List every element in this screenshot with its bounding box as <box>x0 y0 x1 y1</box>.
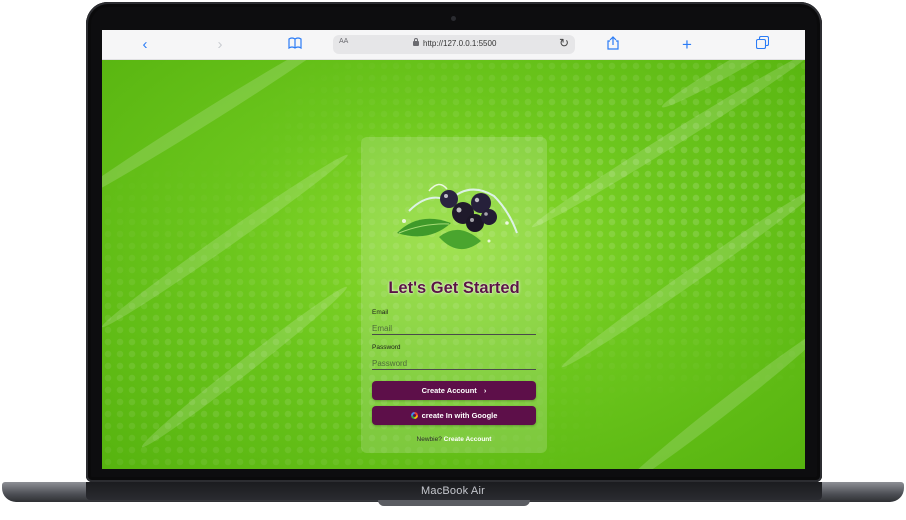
reload-icon[interactable]: ↻ <box>559 36 569 50</box>
create-account-link[interactable]: Create Account <box>444 436 492 443</box>
browser-toolbar: ‹ › AA http://127.0.0.1:5500 ↻ + <box>102 30 805 60</box>
email-label: Email <box>372 309 389 316</box>
plus-icon[interactable]: + <box>677 36 697 54</box>
google-signin-button[interactable]: create In with Google <box>372 406 536 425</box>
footer-prompt-text: Newbie? <box>416 436 442 443</box>
password-field[interactable] <box>372 357 536 370</box>
device-model-label: MacBook Air <box>421 485 485 497</box>
address-bar[interactable]: AA http://127.0.0.1:5500 ↻ <box>333 35 575 54</box>
lock-icon <box>413 38 419 46</box>
create-account-label: Create Account <box>421 386 477 395</box>
email-field[interactable] <box>372 322 536 335</box>
text-size-button[interactable]: AA <box>339 38 348 45</box>
password-label: Password <box>372 344 401 351</box>
share-icon-svg <box>607 36 619 50</box>
book-icon[interactable] <box>285 36 305 54</box>
share-icon[interactable] <box>603 36 623 54</box>
chevron-right-icon: › <box>483 386 487 395</box>
tabs-icon-svg <box>755 35 769 50</box>
berries-image <box>397 183 518 250</box>
laptop-notch <box>378 500 530 506</box>
chevron-right-icon[interactable]: › <box>210 36 230 54</box>
browser-window: ‹ › AA http://127.0.0.1:5500 ↻ + Let's G… <box>102 30 805 469</box>
chevron-left-icon[interactable]: ‹ <box>135 36 155 54</box>
page-background: Let's Get Started Email Password Create … <box>102 60 805 469</box>
login-card: Let's Get Started Email Password Create … <box>361 137 547 453</box>
create-account-button[interactable]: Create Account › <box>372 381 536 400</box>
google-button-label: create In with Google <box>421 411 498 420</box>
tabs-icon[interactable] <box>752 35 772 54</box>
page-title: Let's Get Started <box>388 279 520 297</box>
camera-dot <box>451 16 456 21</box>
signup-prompt: Newbie? Create Account <box>361 436 547 443</box>
book-icon-svg <box>288 37 302 50</box>
url-text[interactable]: http://127.0.0.1:5500 <box>423 39 496 48</box>
google-icon <box>410 412 418 419</box>
